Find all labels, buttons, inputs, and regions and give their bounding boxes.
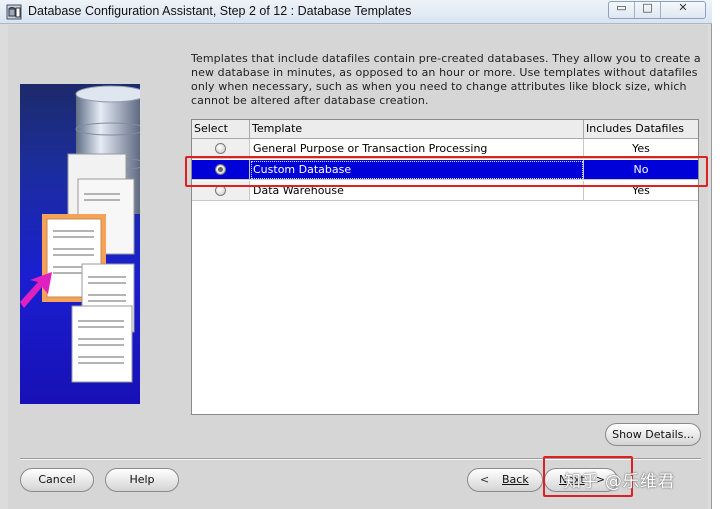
templates-description: Templates that include datafiles contain… [191,52,701,107]
radio-button[interactable] [215,143,226,154]
templates-illustration [20,84,140,404]
column-header-includes-datafiles[interactable]: Includes Datafiles [584,120,698,139]
window-controls: ▭ □ ✕ [608,1,706,19]
template-name-cell[interactable]: Data Warehouse [250,181,584,201]
database-documents-graphic [20,85,140,383]
includes-datafiles-cell[interactable]: No [584,160,698,180]
button-separator [20,458,701,460]
includes-datafiles-cell[interactable]: Yes [584,139,698,159]
help-button[interactable]: Help [105,468,179,492]
database-app-icon [6,4,22,20]
table-row[interactable]: General Purpose or Transaction Processin… [192,139,698,159]
column-header-template[interactable]: Template [250,120,584,139]
minimize-button[interactable]: ▭ [609,2,635,18]
table-row[interactable]: Data Warehouse Yes [192,181,698,201]
show-details-button[interactable]: Show Details... [605,423,701,446]
select-cell[interactable] [192,160,250,180]
window-title: Database Configuration Assistant, Step 2… [28,4,412,18]
template-name-cell[interactable]: Custom Database [250,160,584,180]
template-name-cell[interactable]: General Purpose or Transaction Processin… [250,139,584,159]
watermark-text: 知乎 @乐维君 [564,472,675,492]
background-strip [712,0,720,509]
table-header: Select Template Includes Datafiles [192,120,698,139]
templates-table: Select Template Includes Datafiles Gener… [191,119,699,415]
select-cell[interactable] [192,139,250,159]
close-icon: ✕ [678,1,688,14]
column-header-select[interactable]: Select [192,120,250,139]
back-button-label: Back [502,473,529,486]
back-button[interactable]: < Back [467,468,543,492]
cancel-button[interactable]: Cancel [20,468,94,492]
table-row[interactable]: Custom Database No [192,160,698,180]
radio-button[interactable] [215,185,226,196]
title-bar[interactable]: Database Configuration Assistant, Step 2… [0,0,712,24]
chevron-left-icon: < [480,473,490,486]
select-cell[interactable] [192,181,250,201]
includes-datafiles-cell[interactable]: Yes [584,181,698,201]
radio-button-selected[interactable] [215,164,226,175]
maximize-button[interactable]: □ [635,2,661,18]
dbca-window: Database Configuration Assistant, Step 2… [0,0,712,509]
close-button[interactable]: ✕ [661,2,705,18]
minimize-icon: ▭ [616,1,627,14]
maximize-icon: □ [642,1,653,14]
dialog-body: Templates that include datafiles contain… [8,25,708,509]
